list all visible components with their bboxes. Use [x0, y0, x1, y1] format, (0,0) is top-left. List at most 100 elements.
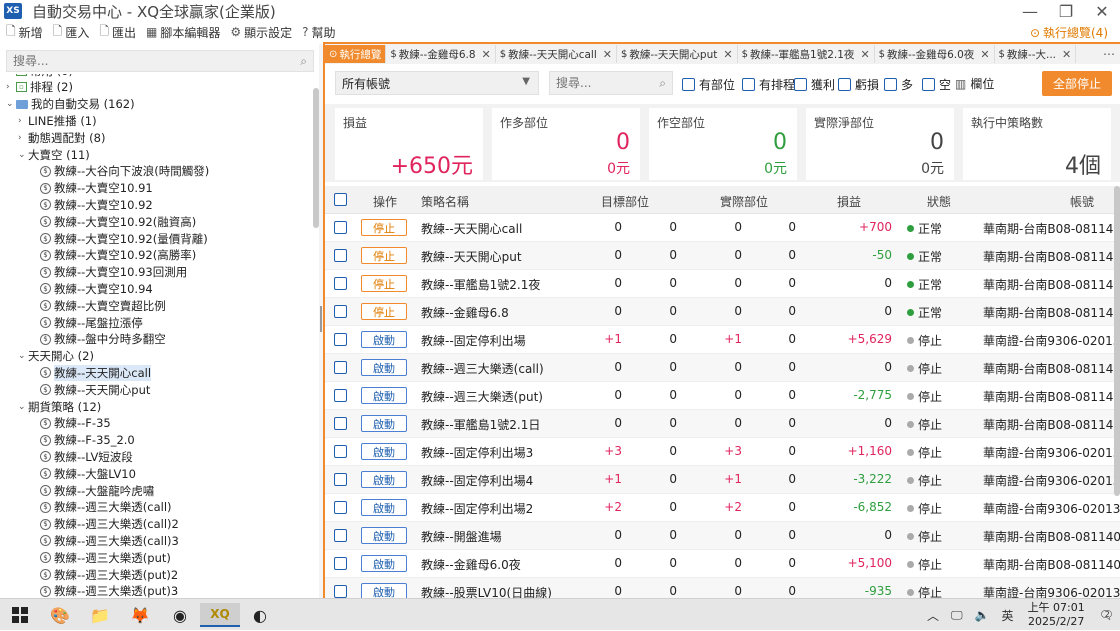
maximize-button[interactable]: ❐: [1048, 0, 1084, 22]
stop-button[interactable]: 停止: [361, 247, 407, 264]
row-checkbox[interactable]: [334, 333, 347, 346]
tree-node[interactable]: $ 教練--大賣空賣超比例: [30, 297, 166, 314]
chevron-down-icon[interactable]: ⌄: [6, 99, 16, 109]
tree-node[interactable]: ⌄ 天天開心 (2): [18, 348, 94, 365]
start-button[interactable]: 啟動: [361, 331, 407, 348]
menu-new[interactable]: 🗋 新增: [6, 22, 43, 43]
table-row[interactable]: 啟動 教練--週三大樂透(call) 0 0 0 0 0 停止 華南期-台南B08-081140…: [325, 354, 1120, 382]
tree-node[interactable]: $ 教練--大谷向下波浪(時間觸發): [30, 163, 209, 180]
row-checkbox[interactable]: [334, 221, 347, 234]
table-row[interactable]: 停止 教練--天天開心put 0 0 0 0 -50 正常 華南期-台南B08-0811405: [325, 242, 1120, 270]
tree-node[interactable]: $ 教練--天天開心call: [30, 364, 152, 381]
row-checkbox[interactable]: [334, 529, 347, 542]
tree-node[interactable]: $ 教練--大賣空10.92: [30, 196, 153, 213]
header-status[interactable]: 狀態: [927, 193, 951, 210]
table-row[interactable]: 啟動 教練--週三大樂透(put) 0 0 0 0 -2,775 停止 華南期-台南B08-08…: [325, 382, 1120, 410]
file-explorer-icon[interactable]: 📁: [80, 603, 120, 627]
tree-node[interactable]: $ 教練--大賣空10.93回測用: [30, 264, 187, 281]
row-checkbox[interactable]: [334, 417, 347, 430]
xq-icon[interactable]: XQ: [200, 603, 240, 627]
header-action[interactable]: 操作: [373, 193, 397, 210]
table-scrollbar[interactable]: [1114, 186, 1120, 496]
checkbox[interactable]: [742, 78, 755, 91]
table-row[interactable]: 啟動 教練--金雞母6.0夜 0 0 0 0 +5,100 停止 華南期-台南B08-08114…: [325, 550, 1120, 578]
table-row[interactable]: 啟動 教練--固定停利出場3 +3 0 +3 0 +1,160 停止 華南證-台南9306-02…: [325, 438, 1120, 466]
table-row[interactable]: 啟動 教練--固定停利出場 +1 0 +1 0 +5,629 停止 華南證-台南9306-020…: [325, 326, 1120, 354]
tree-node[interactable]: $ 教練--週三大樂透(call): [30, 499, 172, 516]
menu-export[interactable]: 🗋 匯出: [99, 22, 136, 43]
tree-node[interactable]: $ 教練--大賣空10.92(量價背離): [30, 230, 208, 247]
columns-button[interactable]: ▥ 欄位: [955, 75, 994, 92]
row-checkbox[interactable]: [334, 445, 347, 458]
checkbox[interactable]: [794, 78, 807, 91]
filter-checkbox[interactable]: 多: [884, 76, 913, 93]
row-checkbox[interactable]: [334, 389, 347, 402]
stop-button[interactable]: 停止: [361, 219, 407, 236]
tree-node[interactable]: ⌄ 期貨策略 (12): [18, 398, 101, 415]
start-button[interactable]: 啟動: [361, 555, 407, 572]
filter-search-input[interactable]: [556, 76, 652, 90]
filter-search-box[interactable]: ⌕: [549, 71, 673, 95]
tree-node[interactable]: $ 教練--週三大樂透(call)2: [30, 516, 179, 533]
close-icon[interactable]: ✕: [860, 48, 869, 61]
tree-search-box[interactable]: ⌕: [6, 50, 314, 72]
minimize-button[interactable]: —: [1012, 0, 1048, 22]
tree-node[interactable]: › LINE推播 (1): [18, 112, 97, 129]
close-icon[interactable]: ✕: [723, 48, 732, 61]
header-actual[interactable]: 實際部位: [720, 193, 768, 210]
table-row[interactable]: 啟動 教練--開盤進場 0 0 0 0 0 停止 華南期-台南B08-0811405: [325, 522, 1120, 550]
tree-node[interactable]: $ 教練--週三大樂透(put)3: [30, 583, 178, 598]
tree-node[interactable]: $ 教練--尾盤拉漲停: [30, 314, 143, 331]
menu-import[interactable]: 🗋 匯入: [53, 22, 90, 43]
row-checkbox[interactable]: [334, 473, 347, 486]
clock[interactable]: 上午 07:01 2025/2/27: [1028, 601, 1085, 629]
table-row[interactable]: 停止 教練--金雞母6.8 0 0 0 0 0 正常 華南期-台南B08-0811405: [325, 298, 1120, 326]
network-icon[interactable]: 🖵: [951, 608, 963, 623]
tree-node[interactable]: $ 教練--大賣空10.92(高勝率): [30, 247, 196, 264]
tree-node[interactable]: $ 教練--F-35: [30, 415, 111, 432]
start-button[interactable]: 啟動: [361, 471, 407, 488]
table-row[interactable]: 停止 教練--天天開心call 0 0 0 0 +700 正常 華南期-台南B08-081140…: [325, 214, 1120, 242]
tree-node[interactable]: $ 教練--週三大樂透(call)3: [30, 532, 179, 549]
row-checkbox[interactable]: [334, 501, 347, 514]
row-checkbox[interactable]: [334, 277, 347, 290]
chevron-down-icon[interactable]: ⌄: [18, 150, 28, 160]
menu-display-settings[interactable]: ⚙ 顯示設定: [230, 24, 292, 41]
exec-overview-link[interactable]: ⊙ 執行總覽(4): [1030, 24, 1108, 41]
filter-checkbox[interactable]: 有排程: [742, 76, 795, 93]
tree-node[interactable]: $ 教練--大盤龍吟虎嘯: [30, 482, 154, 499]
filter-checkbox[interactable]: 虧損: [838, 76, 879, 93]
close-icon[interactable]: ✕: [980, 48, 989, 61]
start-button[interactable]: 啟動: [361, 443, 407, 460]
tree-node[interactable]: $ 教練--週三大樂透(put)2: [30, 566, 178, 583]
checkbox[interactable]: [922, 78, 935, 91]
start-button[interactable]: 啟動: [361, 527, 407, 544]
paint-icon[interactable]: 🎨: [40, 603, 80, 627]
tree-search-input[interactable]: [13, 54, 293, 68]
header-pnl[interactable]: 損益: [837, 193, 861, 210]
close-icon[interactable]: ✕: [482, 48, 491, 61]
stop-button[interactable]: 停止: [361, 303, 407, 320]
checkbox[interactable]: [838, 78, 851, 91]
notification-icon[interactable]: 🗨 2: [1099, 608, 1114, 622]
table-row[interactable]: 啟動 教練--固定停利出場4 +1 0 +1 0 -3,222 停止 華南證-台南9306-02…: [325, 466, 1120, 494]
tab-6[interactable]: $ 教練--大... ✕: [995, 45, 1077, 63]
start-button[interactable]: 啟動: [361, 499, 407, 516]
select-all-checkbox[interactable]: [334, 193, 347, 206]
header-name[interactable]: 策略名稱: [421, 193, 469, 210]
chevron-down-icon[interactable]: ⌄: [18, 351, 28, 361]
stop-all-button[interactable]: 全部停止: [1042, 71, 1112, 96]
tab-5[interactable]: $ 教練--金雞母6.0夜 ✕: [875, 45, 995, 63]
chevron-right-icon[interactable]: ›: [18, 133, 28, 143]
row-checkbox[interactable]: [334, 585, 347, 598]
tree-node[interactable]: $ 教練--天天開心put: [30, 381, 150, 398]
close-icon[interactable]: ✕: [1062, 48, 1071, 61]
row-checkbox[interactable]: [334, 249, 347, 262]
tree-node[interactable]: $ 教練--大賣空10.92(融資高): [30, 213, 196, 230]
row-checkbox[interactable]: [334, 305, 347, 318]
tree-node[interactable]: $ 教練--大賣空10.94: [30, 280, 153, 297]
menu-help[interactable]: ? 幫助: [302, 24, 335, 41]
tab-2[interactable]: $ 教練--天天開心call ✕: [496, 45, 617, 63]
tree-node[interactable]: $ 教練--週三大樂透(put): [30, 549, 171, 566]
chevron-right-icon[interactable]: ›: [6, 82, 16, 92]
